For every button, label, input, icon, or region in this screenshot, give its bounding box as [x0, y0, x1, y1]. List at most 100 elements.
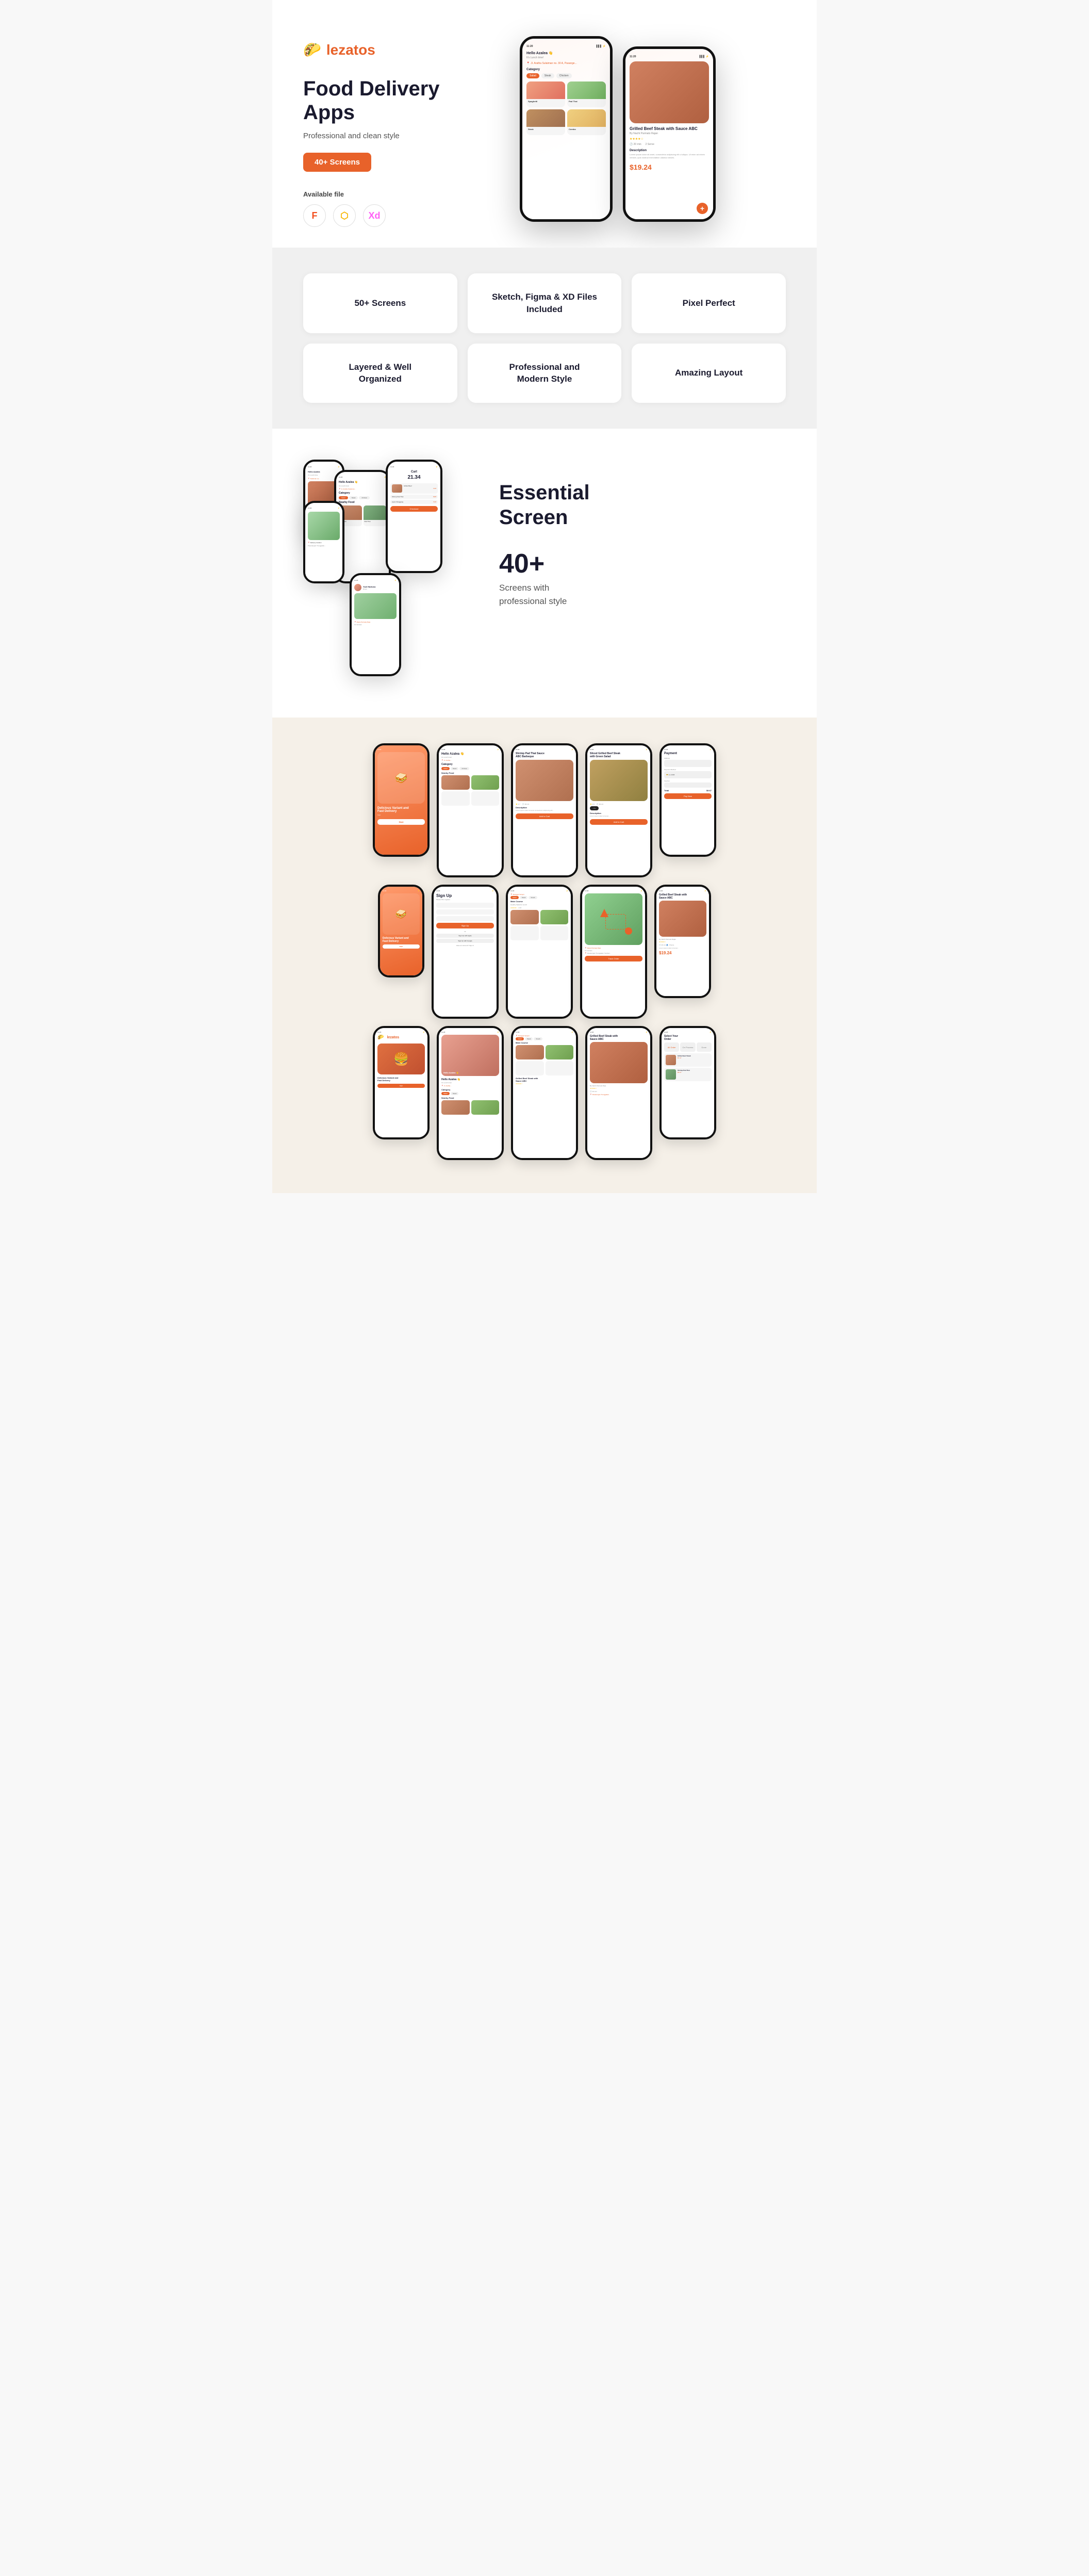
essential-phone-5: 11:20⚡ Yoel Hartono Driver 📍 Rasto Parma…	[350, 573, 401, 676]
sp-screen-grilled-2: 11:20⚡ Grilled Beef Steak withSauce ABC …	[587, 1028, 650, 1158]
showcase-phone-payment: 11:20⚡ Payment Address Payment Method 💳 …	[659, 743, 716, 857]
sp-screen-map: 11:20⚡ 📍 Rasto Parmaly Raju 10 minutes 📍…	[582, 887, 645, 1017]
hero-phones: 11:20▌▌▌ ⚡ Hello Azalea 👋 It's Lunch tim…	[489, 31, 786, 227]
feature-text-layered: Layered & WellOrganized	[349, 361, 412, 386]
sp-greeting-grid	[441, 1100, 499, 1115]
feature-card-files: Sketch, Figma & XD Files Included	[468, 273, 622, 333]
sp-status-detail: 11:20⚡	[516, 748, 573, 751]
sp-mc2-2	[546, 1045, 574, 1059]
sp-gr-2	[471, 1100, 500, 1115]
e-status-1: 11:20⚡	[308, 466, 340, 469]
phone-category-pills: Salad Steak Chicken	[526, 73, 606, 78]
e-cart-row-2: Shrimp Pad Thai 5.67	[390, 495, 438, 499]
sp-status-greeting: 11:20⚡	[441, 1031, 499, 1033]
feature-text-layout: Amazing Layout	[675, 367, 742, 379]
phone-lunch: It's Lunch time!	[526, 56, 606, 59]
e-checkout-btn[interactable]: Checkout	[390, 506, 438, 512]
logo: 🌮 lezatos	[303, 41, 468, 58]
sp-screen-signup: 11:20⚡ Sign Up Please fill to register S…	[434, 887, 497, 1017]
sp-gr-1	[441, 1100, 470, 1115]
e-status-4: 11:20⚡	[308, 507, 340, 510]
feature-text-pixel: Pixel Perfect	[683, 297, 735, 309]
showcase-phone-onboarding-2: 11:20⚡ 🥪 Delicious Variant andFast Deliv…	[378, 885, 424, 977]
essential-screen-3: 11:20⚡ Cart 21.34 Grilled Beef 7.47 Shri…	[388, 462, 440, 571]
sp-screen-detail: 11:20⚡ Shrimp Pad That SauceABC Barbeque…	[513, 745, 576, 875]
showcase-phone-signup: 11:20⚡ Sign Up Please fill to register S…	[432, 885, 499, 1019]
food-detail-desc: Lorem ipsum dolor sit amet, consectetur …	[630, 153, 709, 159]
hero-phone-main: 11:20▌▌▌ ⚡ Hello Azalea 👋 It's Lunch tim…	[520, 36, 613, 222]
sp-mc2-4	[546, 1061, 574, 1075]
showcase-phone-onboarding-1: 11:20⚡ 🥪 Delicious Variant andFast Deliv…	[373, 743, 430, 857]
food-name-1: Spaghetti	[526, 99, 565, 104]
sp-status-signup: 11:20⚡	[436, 890, 494, 892]
sp-food-grid	[441, 775, 499, 806]
sp-screen-onboarding-1: 11:20⚡ 🥪 Delicious Variant andFast Deliv…	[375, 745, 427, 855]
sp-screen-lezatos-brand: 11:20⚡ 🌮 lezatos 🍔 Delicious Variant and…	[375, 1028, 427, 1137]
feature-text-modern: Professional andModern Style	[509, 361, 580, 386]
logo-text: lezatos	[326, 42, 375, 58]
sp-status-home: 11:20⚡	[441, 748, 499, 751]
sp-status-onb-2: 11:20⚡	[383, 890, 420, 892]
sp-mc2-grid	[516, 1045, 573, 1075]
feature-card-modern: Professional andModern Style	[468, 344, 622, 403]
sp-mc-3	[510, 926, 539, 940]
e-status-2: 11:20⚡	[339, 476, 386, 479]
food-card-2: Pad Thai	[567, 81, 606, 107]
showcase-row-1: 11:20⚡ 🥪 Delicious Variant andFast Deliv…	[288, 743, 801, 877]
hero-left: 🌮 lezatos Food Delivery Apps Professiona…	[303, 31, 468, 227]
sp-screen-mc2: 11:20⚡ 📍 Manggar Sampit Salad Steak Snac…	[513, 1028, 576, 1158]
food-img-4	[567, 109, 606, 127]
e-status-5: 11:20⚡	[354, 579, 397, 582]
e-cart-row-1: Grilled Beef 7.47	[390, 483, 438, 494]
food-card-4: Combo	[567, 109, 606, 135]
sp-food-3	[441, 791, 470, 806]
showcase-phone-grilled-2: 11:20⚡ Grilled Beef Steak withSauce ABC …	[585, 1026, 652, 1160]
food-img-3	[526, 109, 565, 127]
sp-form-email	[436, 909, 494, 915]
feature-card-screens: 50+ Screens	[303, 273, 457, 333]
sp-status-map: 11:20⚡	[585, 890, 642, 892]
showcase-row-2: 11:20⚡ 🥪 Delicious Variant andFast Deliv…	[288, 885, 801, 1019]
showcase-phone-main-course: 11:20⚡ 📍 Manggar Sampit Salad Steak Snac…	[506, 885, 573, 1019]
showcase-phone-home: 11:20⚡ Hello Azalea 👋 It's Lunch time! 📍…	[437, 743, 504, 877]
essential-desc: Screens withprofessional style	[499, 581, 786, 608]
hero-badge: 40+ Screens	[303, 153, 371, 172]
file-icons: F ⬡ Xd	[303, 204, 468, 227]
food-detail-meta: 🕐 20 min2 Serve	[630, 143, 709, 146]
food-detail-image	[630, 61, 709, 123]
e-map-img	[308, 512, 340, 540]
phone-location: 📍Jl. Aratha Sulaiman no. 30 A, Pasange..…	[526, 62, 606, 65]
showcase-phone-detail: 11:20⚡ Shrimp Pad That SauceABC Barbeque…	[511, 743, 578, 877]
food-img-2	[567, 81, 606, 99]
sp-status-select: 11:20⚡	[664, 1031, 712, 1033]
status-bar-main: 11:20▌▌▌ ⚡	[526, 45, 606, 48]
sp-screen-greeting: 11:20⚡ Hello Azalea 👋 Hello Azalea 👋 It'…	[439, 1028, 502, 1158]
essential-phone-4: 11:20⚡ 📍 Delivery location Pasarangan Tr…	[303, 501, 344, 583]
hero-phone-secondary-screen: 11:20▌▌▌ ⚡ Grilled Beef Steak with Sauce…	[625, 49, 713, 219]
e-status-3: 11:20⚡	[390, 466, 438, 469]
essential-phones: 11:20⚡ Hello Azalea It's Lunch time 📍 Su…	[303, 460, 468, 687]
figma-icon: F	[303, 204, 326, 227]
sp-form-password	[436, 916, 494, 921]
feature-text-screens: 50+ Screens	[354, 297, 406, 309]
sp-screen-home: 11:20⚡ Hello Azalea 👋 It's Lunch time! 📍…	[439, 745, 502, 875]
sp-status-brand: 11:20⚡	[377, 1031, 425, 1033]
showcase-phone-grilled: 11:20⚡ Grilled Beef Steak withSauce ABC …	[654, 885, 711, 998]
pill-chicken: Chicken	[556, 73, 572, 78]
showcase-phone-detail-2: 11:20⚡ Sliced Grilled Beef Steakwith Gre…	[585, 743, 652, 877]
essential-phone-3: 11:20⚡ Cart 21.34 Grilled Beef 7.47 Shri…	[386, 460, 442, 573]
sp-food-4	[471, 791, 500, 806]
food-detail-stars: ★★★★☆	[630, 137, 709, 141]
available-label: Available file	[303, 190, 468, 198]
add-cart-button[interactable]: +	[697, 203, 708, 214]
logo-icon: 🌮	[303, 41, 321, 58]
sp-greeting-chips: Salad Steak	[441, 1092, 499, 1095]
feature-card-layout: Amazing Layout	[632, 344, 786, 403]
hero-section: 🌮 lezatos Food Delivery Apps Professiona…	[272, 0, 817, 248]
sp-form-name	[436, 903, 494, 908]
essential-screen-5: 11:20⚡ Yoel Hartono Driver 📍 Rasto Parma…	[352, 575, 399, 674]
food-img-1	[526, 81, 565, 99]
phone-food-grid: Spaghetti Pad Thai Steak Combo	[526, 81, 606, 135]
showcase-phone-greeting: 11:20⚡ Hello Azalea 👋 Hello Azalea 👋 It'…	[437, 1026, 504, 1160]
food-card-3: Steak	[526, 109, 565, 135]
